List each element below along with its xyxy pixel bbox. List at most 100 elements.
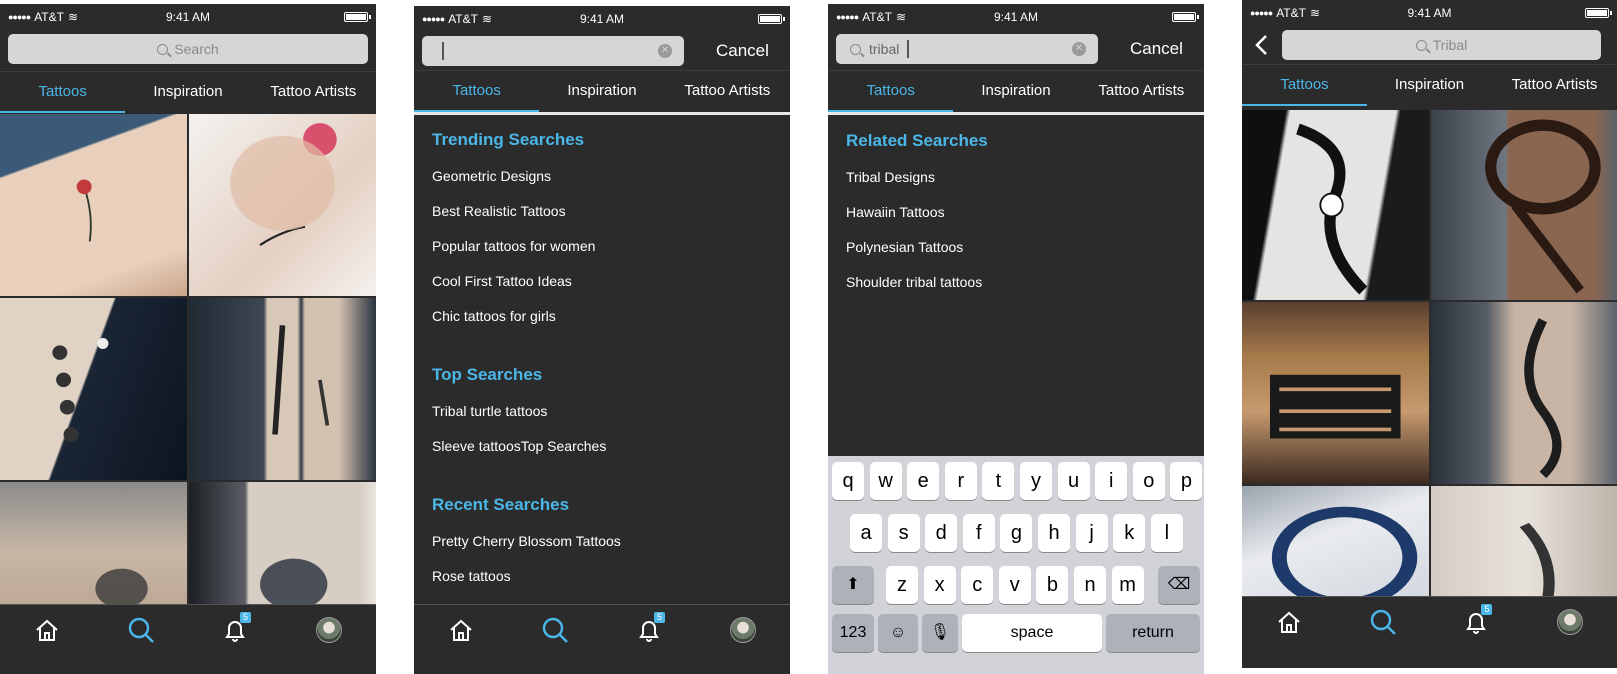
tattoo-image[interactable] <box>0 114 187 296</box>
suggestion-item[interactable]: Popular tattoos for women <box>432 238 595 254</box>
tab-tattoo-artists[interactable]: Tattoo Artists <box>665 71 790 112</box>
return-key[interactable]: return <box>1106 614 1200 652</box>
tattoo-image[interactable] <box>189 114 376 296</box>
profile-tab[interactable] <box>309 610 349 650</box>
bell-icon[interactable]: 5 <box>629 610 669 650</box>
back-icon[interactable] <box>1252 30 1272 60</box>
key-c[interactable]: c <box>961 566 994 604</box>
key-q[interactable]: q <box>832 462 864 500</box>
status-bar: ●●●●● AT&T ≋ 9:41 AM <box>1242 0 1617 26</box>
profile-tab[interactable] <box>723 610 763 650</box>
search-icon[interactable] <box>121 610 161 650</box>
battery-icon <box>1172 12 1199 22</box>
suggestion-item[interactable]: Pretty Cherry Blossom Tattoos <box>432 533 621 549</box>
tattoo-image[interactable] <box>1242 110 1429 300</box>
key-p[interactable]: p <box>1170 462 1203 500</box>
search-input[interactable]: Search <box>8 34 368 64</box>
suggestion-item[interactable]: Geometric Designs <box>432 168 551 184</box>
key-u[interactable]: u <box>1057 462 1090 500</box>
key-x[interactable]: x <box>923 566 956 604</box>
tab-inspiration[interactable]: Inspiration <box>1367 65 1492 106</box>
suggestion-item[interactable]: Sleeve tattoosTop Searches <box>432 438 606 454</box>
clear-icon[interactable]: ✕ <box>1072 42 1086 56</box>
numbers-key[interactable]: 123 <box>832 614 874 652</box>
suggestion-item[interactable]: Tribal turtle tattoos <box>432 403 547 419</box>
home-icon[interactable] <box>441 610 481 650</box>
space-key[interactable]: space <box>962 614 1102 652</box>
divider <box>828 112 1204 115</box>
bottom-tab-bar: 5 <box>414 604 790 654</box>
profile-tab[interactable] <box>1550 602 1590 642</box>
key-a[interactable]: a <box>850 514 882 552</box>
backspace-key[interactable]: ⌫ <box>1158 566 1200 604</box>
suggestion-item[interactable]: Hawaiin Tattoos <box>846 204 945 220</box>
bell-icon[interactable]: 5 <box>1456 602 1496 642</box>
search-input[interactable]: ✕ <box>422 36 684 66</box>
suggestion-item[interactable]: Best Realistic Tattoos <box>432 203 566 219</box>
search-icon[interactable] <box>535 610 575 650</box>
tattoo-image[interactable] <box>0 298 187 480</box>
tab-tattoo-artists[interactable]: Tattoo Artists <box>251 72 376 113</box>
key-e[interactable]: e <box>907 462 940 500</box>
search-input[interactable]: Tribal <box>1282 30 1601 60</box>
bell-icon[interactable]: 5 <box>215 610 255 650</box>
search-placeholder: Search <box>174 41 219 57</box>
home-icon[interactable] <box>27 610 67 650</box>
avatar <box>1557 608 1584 635</box>
category-tabs: Tattoos Inspiration Tattoo Artists <box>828 70 1204 112</box>
microphone-icon[interactable]: 🎙 <box>922 614 958 652</box>
trending-searches-heading: Trending Searches <box>432 130 585 149</box>
tab-tattoo-artists[interactable]: Tattoo Artists <box>1492 65 1617 106</box>
suggestion-item[interactable]: Cool First Tattoo Ideas <box>432 273 572 289</box>
tattoo-image[interactable] <box>189 298 376 480</box>
tattoo-image[interactable] <box>1430 110 1617 300</box>
tattoo-image[interactable] <box>189 482 376 624</box>
tab-inspiration[interactable]: Inspiration <box>539 71 664 112</box>
key-z[interactable]: z <box>886 566 918 604</box>
suggestion-item[interactable]: Chic tattoos for girls <box>432 308 556 324</box>
tab-inspiration[interactable]: Inspiration <box>953 71 1078 112</box>
battery-icon <box>758 14 785 24</box>
key-s[interactable]: s <box>887 514 920 552</box>
key-t[interactable]: t <box>982 462 1015 500</box>
suggestion-item[interactable]: Rose tattoos <box>432 568 511 584</box>
key-k[interactable]: k <box>1113 514 1146 552</box>
shift-key[interactable]: ⬆ <box>832 566 874 604</box>
tab-inspiration[interactable]: Inspiration <box>125 72 250 113</box>
key-d[interactable]: d <box>925 514 958 552</box>
search-icon[interactable] <box>1363 602 1403 642</box>
key-r[interactable]: r <box>944 462 977 500</box>
key-y[interactable]: y <box>1020 462 1052 500</box>
home-icon[interactable] <box>1269 602 1309 642</box>
key-b[interactable]: b <box>1036 566 1069 604</box>
tab-tattoos[interactable]: Tattoos <box>828 71 954 112</box>
cancel-button[interactable]: Cancel <box>1130 39 1183 59</box>
key-w[interactable]: w <box>869 462 902 500</box>
key-f[interactable]: f <box>962 514 995 552</box>
key-o[interactable]: o <box>1132 462 1165 500</box>
tab-tattoos[interactable]: Tattoos <box>1242 65 1367 106</box>
tattoo-image[interactable] <box>1430 302 1617 484</box>
key-i[interactable]: i <box>1095 462 1128 500</box>
key-v[interactable]: v <box>998 566 1031 604</box>
tattoo-image[interactable] <box>1242 302 1429 484</box>
clear-icon[interactable]: ✕ <box>658 44 672 58</box>
key-l[interactable]: l <box>1150 514 1183 552</box>
cancel-button[interactable]: Cancel <box>716 41 769 61</box>
key-j[interactable]: j <box>1075 514 1108 552</box>
key-h[interactable]: h <box>1038 514 1070 552</box>
tattoo-image[interactable] <box>0 482 187 624</box>
suggestion-item[interactable]: Tribal Designs <box>846 169 935 185</box>
avatar <box>730 616 756 643</box>
search-input[interactable]: tribal ✕ <box>836 34 1098 64</box>
suggestion-item[interactable]: Polynesian Tattoos <box>846 239 963 255</box>
emoji-key[interactable]: ☺ <box>878 614 918 652</box>
key-n[interactable]: n <box>1074 566 1106 604</box>
key-m[interactable]: m <box>1111 566 1144 604</box>
key-g[interactable]: g <box>1000 514 1033 552</box>
related-searches-heading: Related Searches <box>846 131 988 150</box>
tab-tattoos[interactable]: Tattoos <box>0 72 126 113</box>
tab-tattoos[interactable]: Tattoos <box>414 71 540 112</box>
tab-tattoo-artists[interactable]: Tattoo Artists <box>1079 71 1204 112</box>
suggestion-item[interactable]: Shoulder tribal tattoos <box>846 274 982 290</box>
